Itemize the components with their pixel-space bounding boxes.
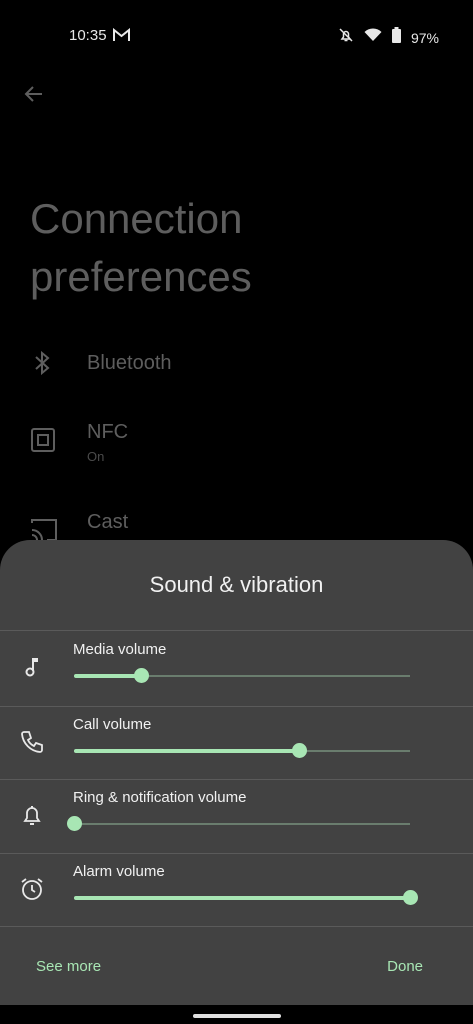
back-arrow-icon[interactable] [22, 82, 46, 111]
media-volume-row: Media volume [0, 633, 473, 707]
divider [0, 853, 473, 854]
slider-fill [74, 896, 410, 900]
page-title: Connection preferences [30, 195, 252, 300]
sheet-title: Sound & vibration [149, 572, 324, 597]
bell-icon [18, 801, 46, 829]
divider [0, 706, 473, 707]
slider-thumb[interactable] [67, 816, 82, 831]
slider-fill [74, 674, 142, 678]
navigation-bar [0, 1005, 473, 1024]
media-volume-slider[interactable] [74, 668, 410, 683]
slider-fill [74, 749, 300, 753]
setting-item-label: NFC [87, 421, 129, 443]
volume-label: Alarm volume [73, 863, 165, 880]
setting-item-nfc[interactable]: NFC On [0, 415, 473, 475]
ring-volume-row: Ring & notification volume [0, 781, 473, 855]
bluetooth-icon [30, 350, 54, 381]
volume-label: Media volume [73, 641, 167, 658]
divider [0, 779, 473, 780]
slider-thumb[interactable] [403, 890, 418, 905]
gesture-handle[interactable] [193, 1014, 281, 1018]
alarm-volume-row: Alarm volume [0, 855, 473, 929]
alarm-icon [18, 875, 46, 903]
divider [0, 926, 473, 927]
sheet-actions: See more Done [0, 948, 473, 988]
ring-volume-slider[interactable] [67, 816, 410, 831]
volume-label: Call volume [73, 716, 152, 733]
setting-item-bluetooth[interactable]: Bluetooth [0, 340, 473, 390]
slider-thumb[interactable] [134, 668, 150, 683]
setting-item-summary: On [87, 449, 105, 464]
phone-icon [18, 728, 46, 756]
setting-item-label: Cast [87, 511, 129, 533]
slider-thumb[interactable] [292, 743, 308, 758]
sound-vibration-sheet: Sound & vibration Media volume Call volu… [0, 540, 473, 1005]
setting-item-label: Bluetooth [87, 352, 172, 374]
done-button[interactable]: Done [387, 958, 423, 975]
setting-item-cast[interactable]: Cast [0, 505, 473, 545]
alarm-volume-slider[interactable] [74, 890, 418, 905]
divider [0, 630, 473, 631]
call-volume-slider[interactable] [74, 743, 410, 758]
see-more-button[interactable]: See more [36, 958, 101, 975]
nfc-icon [30, 427, 56, 458]
call-volume-row: Call volume [0, 708, 473, 782]
music-note-icon [18, 653, 46, 681]
volume-label: Ring & notification volume [73, 789, 247, 806]
